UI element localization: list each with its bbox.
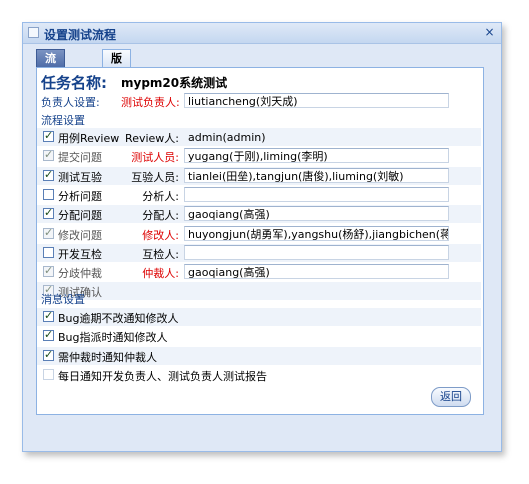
message-row: 需仲裁时通知仲裁人 <box>37 346 481 365</box>
flow-row: 开发互检 互检人: <box>37 243 481 262</box>
flow-assignee-field[interactable]: huyongjun(胡勇军),yangshu(杨舒),jiangbichen(蒋… <box>184 225 449 241</box>
message-checkbox[interactable] <box>43 328 54 342</box>
flow-step-checkbox[interactable] <box>43 246 54 258</box>
flow-assignee-field[interactable]: tianlei(田垒),tangjun(唐俊),liuming(刘敏) <box>184 167 449 183</box>
flow-section-title: 流程设置 <box>41 114 85 127</box>
flow-row: 提交问题 测试人员: yugang(于刚),liming(李明) <box>37 147 481 165</box>
task-row: 任务名称: mypm20系统测试 <box>41 72 227 93</box>
flow-step-label: 提交问题 <box>58 151 102 165</box>
flow-row: 分配问题 分配人: gaoqiang(高强) <box>37 205 481 224</box>
flow-role-label: 仲裁人: <box>142 267 179 281</box>
flow-step-label: 分配问题 <box>58 209 102 223</box>
flow-step-checkbox[interactable] <box>43 129 54 142</box>
flow-role-label: 修改人: <box>142 228 179 242</box>
message-row: Bug指派时通知修改人 <box>37 327 481 345</box>
flow-step-label: 开发互检 <box>58 247 102 261</box>
flow-row: 分歧仲裁 仲裁人: gaoqiang(高强) <box>37 263 481 281</box>
flow-role-label: 分析人: <box>142 189 179 203</box>
message-label: 每日通知开发负责人、测试负责人测试报告 <box>58 369 267 383</box>
flow-role-label: 测试人员: <box>131 151 179 165</box>
flow-row: 测试互验 互验人员: tianlei(田垒),tangjun(唐俊),liuming… <box>37 166 481 185</box>
dialog-window: 设置测试流程 × 流程设置 版本维护 任务名称: mypm20系统测试 负责人设… <box>22 22 502 452</box>
flow-assignee-field[interactable]: gaoqiang(高强) <box>184 206 449 222</box>
flow-step-checkbox[interactable] <box>43 206 54 220</box>
flow-role-label: 互验人员: <box>131 170 179 184</box>
owner-label: 负责人设置: <box>41 96 100 109</box>
task-name-value: mypm20系统测试 <box>121 76 228 90</box>
title-bar[interactable]: 设置测试流程 × <box>23 23 501 44</box>
settings-panel: 任务名称: mypm20系统测试 负责人设置: 测试负责人: liutianch… <box>36 67 484 415</box>
owner-field[interactable]: liutiancheng(刘天成) <box>184 93 449 108</box>
flow-row: 测试确认 <box>37 282 481 301</box>
message-label: Bug指派时通知修改人 <box>58 331 168 345</box>
message-checkbox[interactable] <box>43 309 54 322</box>
message-section-title: 消息设置 <box>41 293 85 306</box>
flow-step-label: 测试互验 <box>58 170 102 184</box>
tab-flow-settings[interactable]: 流程设置 <box>36 49 65 116</box>
flow-step-checkbox[interactable] <box>43 188 54 200</box>
flow-row: 分析问题 分析人: <box>37 186 481 204</box>
flow-row: 修改问题 修改人: huyongjun(胡勇军),yangshu(杨舒),jiang… <box>37 225 481 243</box>
window-title: 设置测试流程 <box>44 28 117 42</box>
close-icon[interactable]: × <box>483 26 496 39</box>
flow-assignee-field[interactable]: gaoqiang(高强) <box>184 264 449 280</box>
window-icon <box>28 27 39 38</box>
flow-assignee-field[interactable] <box>184 186 449 202</box>
message-row: 每日通知开发负责人、测试负责人测试报告 <box>37 366 481 384</box>
message-checkbox[interactable] <box>43 368 54 380</box>
flow-step-label: 分析问题 <box>58 189 102 203</box>
back-button[interactable]: 返回 <box>431 387 471 407</box>
tab-version-maintenance[interactable]: 版本维护 <box>102 49 131 116</box>
flow-step-label: 用例Review <box>58 132 120 145</box>
flow-step-checkbox <box>43 148 54 162</box>
flow-role-label: Review人: <box>125 132 179 145</box>
flow-role-label: 分配人: <box>142 209 179 223</box>
owner-role-label: 测试负责人: <box>121 96 180 109</box>
flow-step-checkbox <box>43 264 54 278</box>
flow-step-label: 修改问题 <box>58 228 102 242</box>
message-label: Bug逾期不改通知修改人 <box>58 312 179 325</box>
task-name-label: 任务名称: <box>41 74 107 92</box>
flow-row: 用例Review Review人: admin(admin) <box>37 128 481 146</box>
flow-assignee-field[interactable]: yugang(于刚),liming(李明) <box>184 148 449 164</box>
owner-row: 负责人设置: 测试负责人: liutiancheng(刘天成) <box>37 92 481 110</box>
flow-step-checkbox <box>43 226 54 239</box>
flow-step-label: 分歧仲裁 <box>58 267 102 281</box>
message-checkbox[interactable] <box>43 348 54 361</box>
flow-role-label: 互检人: <box>142 247 179 261</box>
message-label: 需仲裁时通知仲裁人 <box>58 350 157 364</box>
flow-assignee-field[interactable]: admin(admin) <box>184 129 449 144</box>
flow-step-checkbox[interactable] <box>43 168 54 181</box>
message-row: Bug逾期不改通知修改人 <box>37 308 481 326</box>
flow-assignee-field[interactable] <box>184 244 449 260</box>
